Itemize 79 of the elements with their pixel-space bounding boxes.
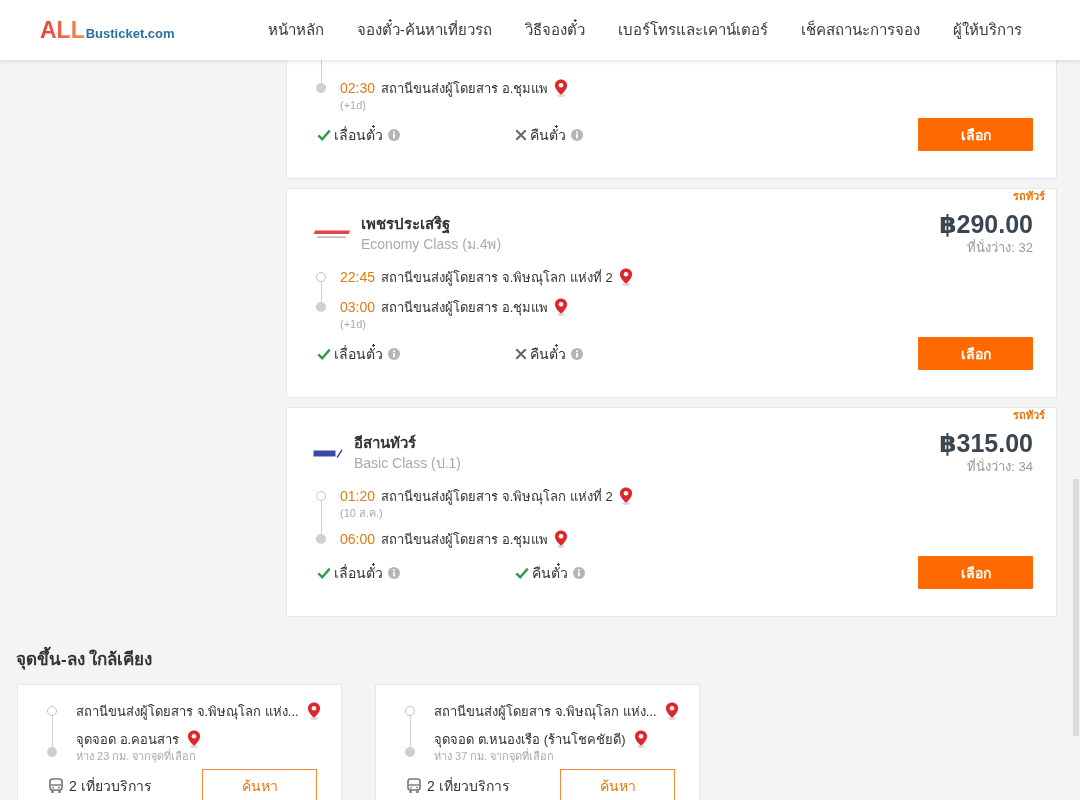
info-icon: [571, 347, 583, 360]
map-pin-icon: [618, 268, 633, 286]
vehicle-type-label: รถทัวร์: [1013, 189, 1045, 203]
stop-name: จุดจอด อ.คอนสาร: [76, 730, 180, 748]
ticket-policy-label: เลื่อนตั๋ว: [334, 343, 383, 364]
search-button[interactable]: ค้นหา: [202, 769, 317, 800]
departure-time: 01:20: [340, 487, 376, 506]
ticket-policy-label: เลื่อนตั๋ว: [334, 562, 383, 583]
select-button[interactable]: เลือก: [918, 337, 1033, 370]
station-name: สถานีขนส่งผู้โดยสาร จ.พิษณุโลก แห่ง...: [76, 702, 299, 722]
station-name: สถานีขนส่งผู้โดยสาร อ.ชุมแพ: [381, 298, 549, 318]
search-button[interactable]: ค้นหา: [560, 769, 675, 800]
nav-link[interactable]: เช็คสถานะการจอง: [801, 19, 920, 41]
vehicle-type-label: รถทัวร์: [1013, 408, 1045, 422]
route-line: [409, 716, 411, 747]
ticket-price: ฿315.00: [939, 429, 1033, 457]
ticket-policy-label: คืนตั๋ว: [530, 343, 566, 364]
timeline-dot-icon: [47, 747, 57, 757]
stop-name: จุดจอด ต.หนองเรือ (ร้านโชคชัยดี): [434, 730, 626, 748]
seats-available-label: ที่นั่งว่าง: 32: [967, 239, 1033, 257]
section-title: จุดขึ้น-ลง ใกล้เคียง: [16, 648, 153, 672]
station-name: สถานีขนส่งผู้โดยสาร อ.ชุมแพ: [381, 79, 549, 99]
nav-link[interactable]: ผู้ให้บริการ: [953, 19, 1022, 41]
timeline-dot-icon: [316, 534, 326, 544]
timeline-dot-icon: [405, 747, 415, 757]
nav-link[interactable]: เบอร์โทรและเคาน์เตอร์: [618, 19, 768, 41]
date-note: (+1d): [340, 318, 366, 331]
timeline-dot-icon: [316, 302, 326, 312]
map-pin-icon: [554, 530, 569, 548]
timeline-dot-icon: [316, 83, 326, 93]
arrival-time: 06:00: [340, 530, 376, 549]
arrival-time: 02:30: [340, 79, 376, 98]
ticket-price: ฿290.00: [939, 210, 1033, 238]
map-pin-icon: [554, 298, 569, 316]
select-button[interactable]: เลือก: [918, 556, 1033, 589]
info-icon: [573, 566, 585, 579]
operator-name: อีสานทัวร์: [354, 433, 416, 453]
nav-link[interactable]: หน้าหลัก: [268, 19, 324, 41]
distance-note: ห่าง 37 กม. จากจุดที่เลือก: [434, 750, 555, 763]
map-pin-icon: [633, 730, 648, 748]
nav-link[interactable]: วิธีจองตั๋ว: [525, 19, 585, 41]
station-name: สถานีขนส่งผู้โดยสาร อ.ชุมแพ: [381, 530, 549, 550]
station-name: สถานีขนส่งผู้โดยสาร จ.พิษณุโลก แห่งที่ 2: [381, 487, 613, 507]
nav-link[interactable]: จองตั๋ว-ค้นหาเที่ยวรถ: [357, 19, 492, 41]
route-line: [51, 716, 53, 747]
bus-class-label: Economy Class (ม.4พ): [361, 235, 502, 254]
ticket-policy-label: เลื่อนตั๋ว: [334, 124, 383, 145]
departure-time: 22:45: [340, 268, 376, 287]
scrollbar-thumb[interactable]: [1073, 479, 1079, 736]
map-pin-icon: [618, 487, 633, 505]
date-note: (10 ส.ค.): [340, 507, 383, 520]
bus-icon: [407, 777, 421, 794]
seats-available-label: ที่นั่งว่าง: 34: [967, 458, 1033, 476]
timeline-dot-icon: [47, 706, 57, 716]
map-pin-icon: [187, 730, 202, 748]
info-icon: [388, 566, 400, 579]
trip-count: 2 เที่ยวบริการ: [69, 776, 152, 796]
map-pin-icon: [664, 702, 679, 720]
ticket-policy-label: คืนตั๋ว: [530, 124, 566, 145]
station-name: สถานีขนส่งผู้โดยสาร จ.พิษณุโลก แห่งที่ 2: [381, 268, 613, 288]
timeline-dot-icon: [316, 272, 326, 282]
trip-count: 2 เที่ยวบริการ: [427, 776, 510, 796]
station-name: สถานีขนส่งผู้โดยสาร จ.พิษณุโลก แห่ง...: [434, 702, 657, 722]
map-pin-icon: [306, 702, 321, 720]
distance-note: ห่าง 23 กม. จากจุดที่เลือก: [76, 750, 197, 763]
bus-class-label: Basic Class (ป.1): [354, 454, 462, 473]
date-note: (+1d): [340, 99, 366, 112]
map-pin-icon: [554, 79, 569, 97]
info-icon: [388, 128, 400, 141]
arrival-time: 03:00: [340, 298, 376, 317]
operator-name: เพชรประเสริฐ: [361, 214, 450, 234]
timeline-dot-icon: [316, 491, 326, 501]
info-icon: [571, 128, 583, 141]
info-icon: [388, 347, 400, 360]
select-button[interactable]: เลือก: [918, 118, 1033, 151]
bus-icon: [49, 777, 63, 794]
timeline-dot-icon: [405, 706, 415, 716]
logo-domain-text[interactable]: Busticket.com: [85, 26, 175, 41]
ticket-policy-label: คืนตั๋ว: [532, 562, 568, 583]
